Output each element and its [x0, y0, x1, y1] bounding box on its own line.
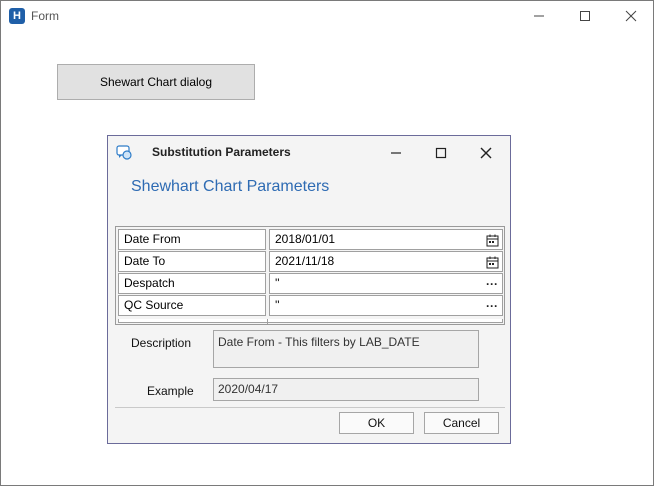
- param-value-text: '': [275, 298, 280, 312]
- ok-button[interactable]: OK: [339, 412, 414, 434]
- param-value-text: '': [275, 276, 280, 290]
- param-name[interactable]: Date From: [118, 229, 266, 250]
- close-icon: [625, 10, 637, 22]
- dialog-close-button[interactable]: [466, 140, 506, 166]
- table-row[interactable]: Despatch '' ···: [118, 273, 503, 294]
- table-row[interactable]: QC Source '' ···: [118, 295, 503, 316]
- minimize-icon: [391, 152, 401, 154]
- param-name[interactable]: QC Source: [118, 295, 266, 316]
- description-label: Description: [131, 336, 192, 350]
- grid-column-divider[interactable]: [267, 319, 268, 324]
- window-title: Form: [31, 9, 59, 23]
- param-value[interactable]: '' ···: [269, 273, 503, 294]
- parameter-grid: Date From 2018/01/01 Date To 2021/11/18 …: [115, 226, 505, 325]
- app-logo-icon: H: [9, 8, 25, 24]
- close-icon: [480, 147, 492, 159]
- shewart-chart-dialog-button[interactable]: Shewart Chart dialog: [57, 64, 255, 100]
- dialog-maximize-button[interactable]: [421, 140, 461, 166]
- param-value-text: 2021/11/18: [275, 254, 335, 268]
- calendar-icon[interactable]: [485, 233, 499, 247]
- description-field[interactable]: Date From - This filters by LAB_DATE: [213, 330, 479, 368]
- chat-bubble-icon: [116, 145, 132, 160]
- minimize-icon: [534, 15, 544, 17]
- maximize-icon: [435, 147, 447, 159]
- ellipsis-icon[interactable]: ···: [485, 299, 499, 313]
- minimize-button[interactable]: [516, 1, 562, 31]
- param-name[interactable]: Date To: [118, 251, 266, 272]
- maximize-button[interactable]: [562, 1, 608, 31]
- dialog-title: Substitution Parameters: [152, 145, 291, 159]
- maximize-icon: [580, 11, 590, 21]
- param-name[interactable]: Despatch: [118, 273, 266, 294]
- cancel-button[interactable]: Cancel: [424, 412, 499, 434]
- title-bar[interactable]: H Form: [1, 1, 653, 31]
- dialog-minimize-button[interactable]: [376, 140, 416, 166]
- ellipsis-icon[interactable]: ···: [485, 277, 499, 291]
- param-value[interactable]: '' ···: [269, 295, 503, 316]
- grid-empty-row: [118, 319, 503, 323]
- dialog-heading: Shewhart Chart Parameters: [131, 178, 330, 195]
- example-label: Example: [147, 384, 194, 398]
- param-value-text: 2018/01/01: [275, 232, 336, 246]
- divider: [115, 407, 505, 408]
- param-value[interactable]: 2021/11/18: [269, 251, 503, 272]
- calendar-icon[interactable]: [485, 255, 499, 269]
- param-value[interactable]: 2018/01/01: [269, 229, 503, 250]
- close-button[interactable]: [608, 1, 654, 31]
- table-row[interactable]: Date To 2021/11/18: [118, 251, 503, 272]
- table-row[interactable]: Date From 2018/01/01: [118, 229, 503, 250]
- substitution-parameters-dialog: Substitution Parameters Shewhart Chart P…: [107, 135, 511, 444]
- example-field[interactable]: 2020/04/17: [213, 378, 479, 401]
